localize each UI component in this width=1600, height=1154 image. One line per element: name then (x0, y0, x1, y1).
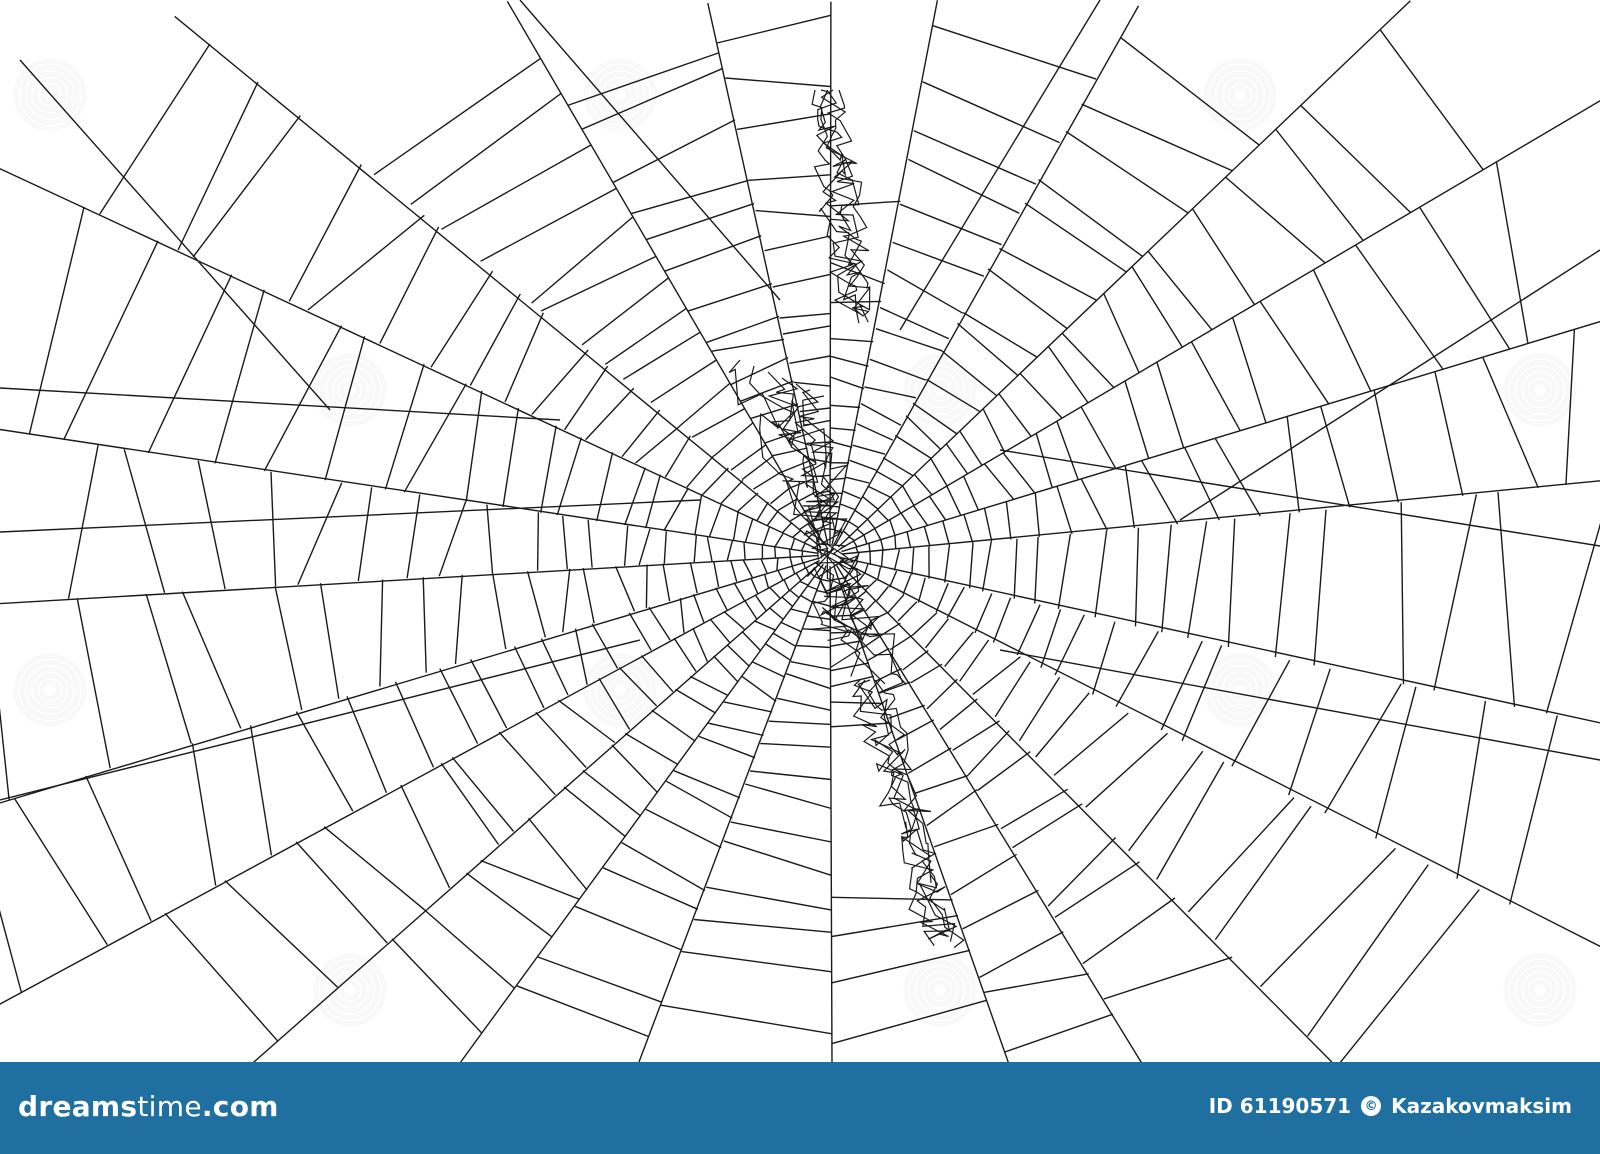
web-spiral-thread (894, 535, 897, 550)
footer-bar: dreams time .com ID 61190571 © Kazakovmaks… (0, 1062, 1600, 1154)
web-spiral-thread (536, 512, 540, 571)
spider-web-illustration (0, 0, 1600, 1062)
web-spiral-thread (868, 543, 871, 552)
web-spiral-thread (830, 631, 858, 634)
logo-text-time: time (137, 1089, 202, 1123)
author-name[interactable]: Kazakovmaksim (1391, 1094, 1572, 1118)
logo-text-suffix: .com (201, 1089, 279, 1123)
web-spiral-thread (774, 546, 777, 558)
web-spiral-thread (838, 577, 845, 580)
logo-text-dreams: dreams (18, 1089, 138, 1123)
image-id: ID 61190571 (1208, 1094, 1352, 1118)
image-credit: ID 61190571 © Kazakovmaksim (1209, 1094, 1572, 1118)
copyright-icon: © (1361, 1096, 1382, 1116)
web-spiral-thread (789, 549, 791, 558)
stock-photo-page: dreams time .com ID 61190571 © Kazakovmaks… (0, 0, 1600, 1154)
web-spiral-thread (645, 564, 648, 608)
web-spiral-thread (776, 557, 779, 571)
spider-web-drawing (0, 0, 1600, 1062)
dreamstime-logo[interactable]: dreams time .com (18, 1090, 279, 1123)
